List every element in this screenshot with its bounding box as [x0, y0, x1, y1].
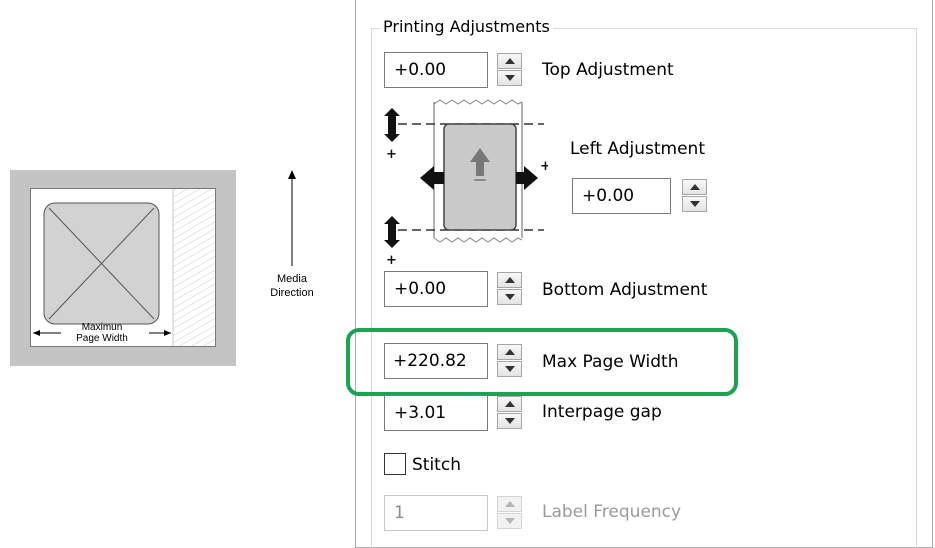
top-adjustment-spinner[interactable]: [497, 53, 522, 87]
spin-up-icon[interactable]: [497, 496, 522, 512]
spin-down-icon[interactable]: [682, 196, 707, 212]
svg-text:+: +: [386, 253, 397, 265]
top-adjustment-input[interactable]: +0.00: [384, 52, 488, 88]
group-title: Printing Adjustments: [380, 16, 553, 38]
left-adjustment-label: Left Adjustment: [570, 139, 705, 159]
stitch-label[interactable]: Stitch: [412, 454, 461, 476]
spin-up-icon[interactable]: [497, 272, 522, 288]
caption-line-1: Maximun: [81, 322, 123, 333]
unused-media-area: [173, 189, 215, 346]
svg-text:+: +: [386, 147, 397, 162]
left-adjustment-spinner[interactable]: [682, 179, 707, 213]
spin-down-icon[interactable]: [497, 289, 522, 305]
page-width-diagram: Maximun Page Width: [10, 170, 236, 366]
spin-up-icon[interactable]: [497, 396, 522, 412]
label-frequency-spinner[interactable]: [497, 496, 522, 530]
caption-line-2: Page Width: [76, 333, 128, 344]
spin-up-icon[interactable]: [497, 53, 522, 69]
interpage-gap-spinner[interactable]: [497, 396, 522, 430]
media-direction-arrow-icon: [288, 170, 296, 266]
label-frequency-input[interactable]: 1: [384, 495, 488, 531]
media-caption-line-2: Direction: [270, 287, 314, 299]
spin-up-icon[interactable]: [682, 179, 707, 195]
highlight-frame: [346, 328, 738, 396]
label-frequency-label: Label Frequency: [542, 502, 682, 522]
bottom-adjustment-spinner[interactable]: [497, 272, 522, 306]
spin-down-icon[interactable]: [497, 413, 522, 429]
stitch-checkbox[interactable]: [384, 453, 406, 475]
media-caption-line-1: Media: [277, 273, 307, 285]
spin-down-icon[interactable]: [497, 513, 522, 529]
svg-text:+: +: [540, 159, 548, 174]
max-page-width-caption: Maximun Page Width: [69, 322, 135, 344]
top-adjustment-label: Top Adjustment: [542, 60, 674, 80]
bottom-adjustment-label: Bottom Adjustment: [542, 280, 708, 300]
spin-down-icon[interactable]: [497, 70, 522, 86]
interpage-gap-input[interactable]: +3.01: [384, 395, 488, 431]
adjustment-graphic: + + +: [384, 99, 548, 265]
media-sheet: Maximun Page Width: [30, 188, 216, 347]
interpage-gap-label: Interpage gap: [542, 402, 662, 422]
bottom-adjustment-input[interactable]: +0.00: [384, 271, 488, 307]
media-direction-caption: Media Direction: [252, 272, 332, 300]
left-adjustment-input[interactable]: +0.00: [572, 178, 671, 214]
